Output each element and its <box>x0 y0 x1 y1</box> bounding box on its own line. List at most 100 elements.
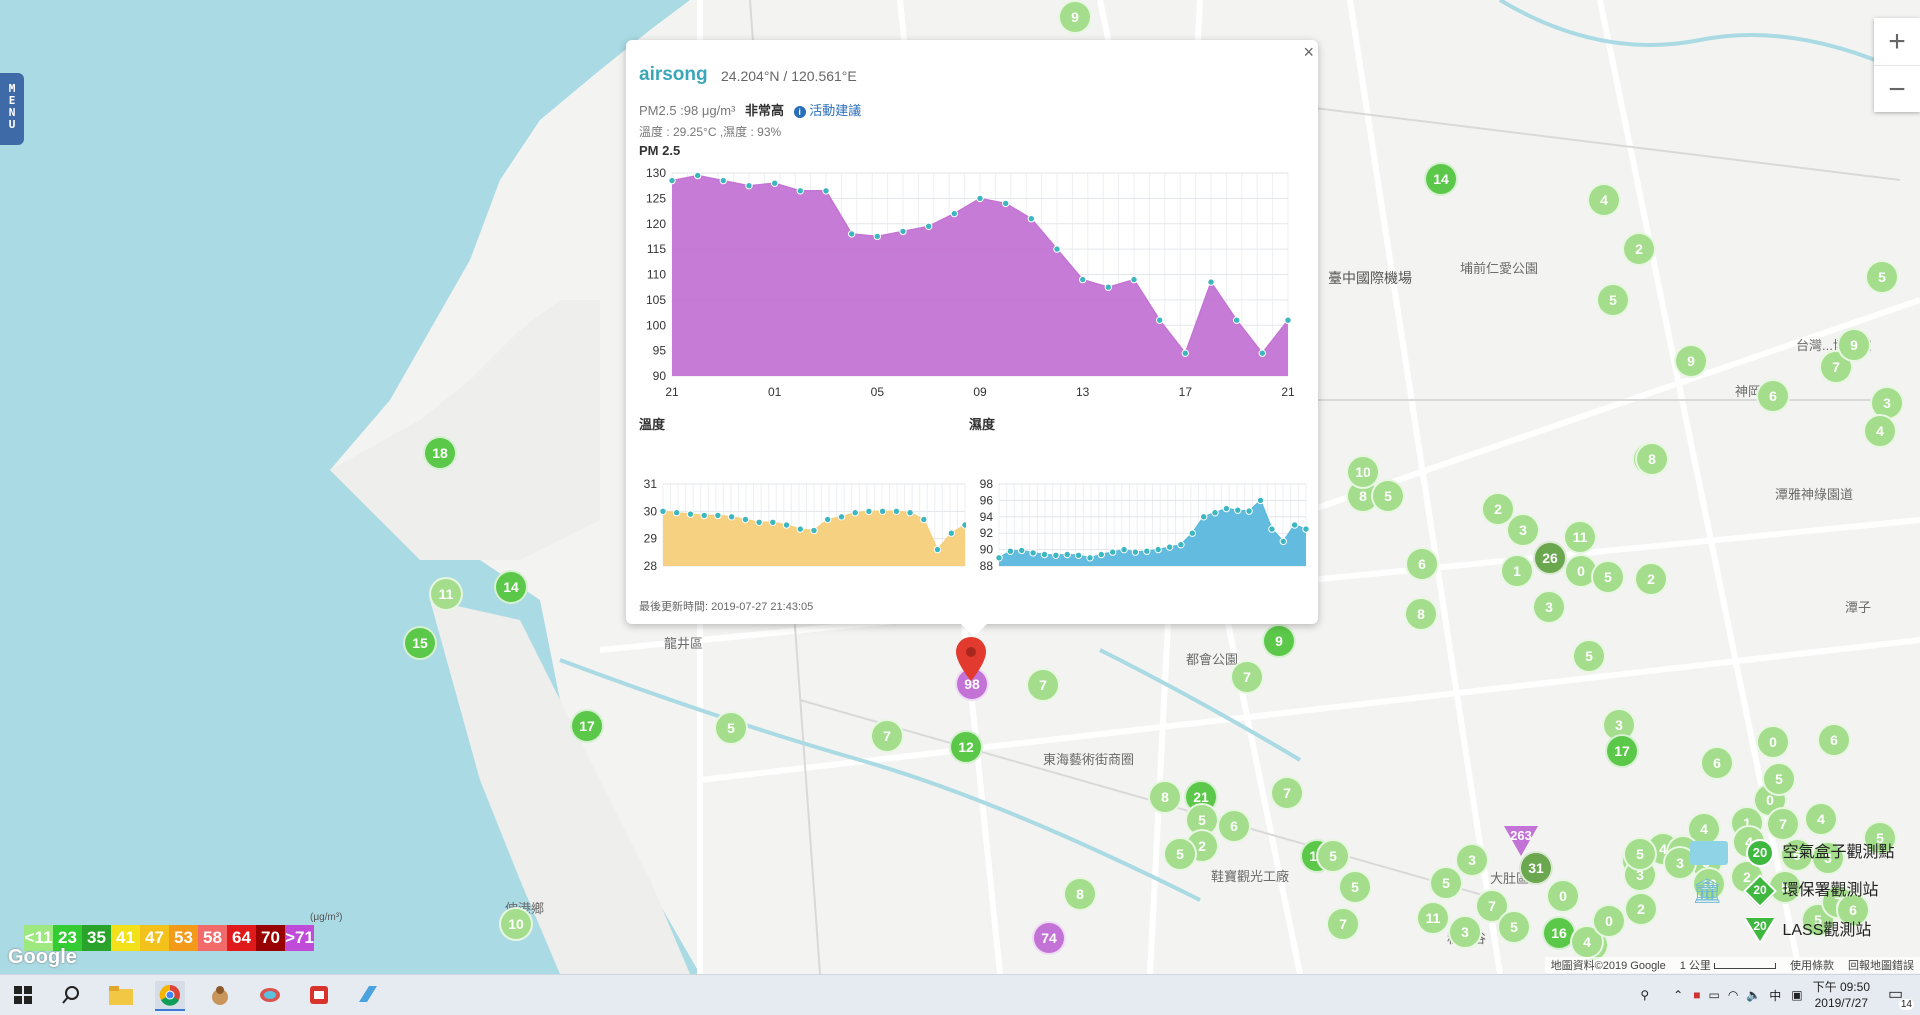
sensor-marker[interactable]: 5 <box>1623 837 1657 871</box>
sensor-marker[interactable]: 11 <box>1416 901 1450 935</box>
sensor-marker[interactable]: 12 <box>949 730 983 764</box>
data-point <box>1130 275 1138 284</box>
sensor-marker[interactable]: 2 <box>1622 232 1656 266</box>
data-point <box>1006 547 1015 555</box>
sensor-marker[interactable]: 26 <box>1533 541 1567 575</box>
sensor-marker[interactable]: 5 <box>1572 639 1606 673</box>
sensor-marker[interactable]: 6 <box>1756 379 1790 413</box>
file-explorer-icon[interactable] <box>106 981 136 1009</box>
data-point <box>1177 541 1185 549</box>
legend-epa[interactable]: 🏛 20 環保署觀測站 <box>1690 873 1878 908</box>
clock[interactable]: 下午 09:50 2019/7/27 <box>1813 979 1870 1011</box>
location-pin-icon[interactable] <box>956 637 986 686</box>
sensor-marker[interactable]: 9 <box>1262 624 1296 658</box>
report-error-link[interactable]: 回報地圖錯誤 <box>1848 957 1914 973</box>
zoom-out-button[interactable]: − <box>1874 66 1920 113</box>
app-icon-1[interactable] <box>205 981 235 1009</box>
sensor-marker[interactable]: 0 <box>1756 725 1790 759</box>
sensor-marker[interactable]: 7 <box>870 719 904 753</box>
data-point <box>1207 278 1215 286</box>
sensor-marker[interactable]: 8 <box>1635 442 1669 476</box>
y-tick-label: 94 <box>980 510 994 524</box>
legend-lass[interactable]: 20 LASS觀測站 <box>1690 916 1871 945</box>
sensor-marker[interactable]: 9 <box>1674 344 1708 378</box>
app-icon-3[interactable] <box>304 981 334 1009</box>
sensor-marker[interactable]: 1 <box>1500 554 1534 588</box>
sensor-marker[interactable]: 5 <box>1497 910 1531 944</box>
sensor-marker[interactable]: 4 <box>1587 183 1621 217</box>
sensor-marker[interactable]: 5 <box>1371 479 1405 513</box>
sensor-marker[interactable]: 11 <box>429 577 463 611</box>
close-popup-button[interactable]: × <box>1303 42 1314 63</box>
volume-icon[interactable]: 🔈 <box>1746 988 1761 1002</box>
ime-indicator[interactable]: 中 <box>1769 987 1781 1004</box>
triangle-marker[interactable]: 263 <box>1504 826 1538 863</box>
sensor-marker[interactable]: 3 <box>1448 915 1482 949</box>
sensor-marker[interactable]: 8 <box>1148 780 1182 814</box>
sensor-marker[interactable]: 3 <box>1506 513 1540 547</box>
sensor-marker[interactable]: 17 <box>570 709 604 743</box>
data-point <box>1040 550 1049 559</box>
sensor-marker[interactable]: 5 <box>1762 762 1796 796</box>
sensor-marker[interactable]: 2 <box>1624 892 1658 926</box>
notifications-button[interactable]: ▭ 14 <box>1884 980 1914 1010</box>
sensor-marker[interactable]: 6 <box>1405 547 1439 581</box>
sensor-marker[interactable]: 10 <box>499 907 533 941</box>
sensor-marker[interactable]: 3 <box>1532 590 1566 624</box>
chevron-up-icon[interactable]: ⌃ <box>1673 988 1683 1002</box>
sensor-marker[interactable]: 5 <box>1591 560 1625 594</box>
sensor-marker[interactable]: 5 <box>1429 866 1463 900</box>
keyboard-icon[interactable]: ▣ <box>1791 988 1802 1002</box>
app-icon-2[interactable] <box>255 981 285 1009</box>
sensor-marker[interactable]: 11 <box>1563 520 1597 554</box>
sensor-marker[interactable]: 14 <box>494 570 528 604</box>
sensor-marker[interactable]: 4 <box>1863 414 1897 448</box>
map-attribution: 地圖資料©2019 Google 1 公里 使用條款 回報地圖錯誤 <box>1544 957 1920 973</box>
sensor-marker[interactable]: 5 <box>1596 283 1630 317</box>
search-icon[interactable] <box>56 981 86 1009</box>
sensor-marker[interactable]: 7 <box>1026 668 1060 702</box>
security-icon[interactable]: ■ <box>1693 988 1700 1002</box>
sensor-marker[interactable]: 6 <box>1817 723 1851 757</box>
sensor-marker[interactable]: 7 <box>1230 660 1264 694</box>
windows-start-icon[interactable] <box>8 981 38 1009</box>
network-icon[interactable]: ◠ <box>1728 988 1738 1002</box>
sensor-marker[interactable]: 5 <box>714 711 748 745</box>
sensor-marker[interactable]: 6 <box>1217 809 1251 843</box>
sensor-marker[interactable]: 8 <box>1063 877 1097 911</box>
sensor-marker[interactable]: 3 <box>1455 843 1489 877</box>
sensor-marker[interactable]: 4 <box>1804 802 1838 836</box>
battery-icon[interactable]: ▭ <box>1708 988 1719 1002</box>
sensor-marker[interactable]: 74 <box>1032 921 1066 955</box>
sensor-marker[interactable]: 5 <box>1316 839 1350 873</box>
sensor-marker[interactable]: 15 <box>403 626 437 660</box>
sensor-marker[interactable]: 2 <box>1634 562 1668 596</box>
zoom-in-button[interactable]: + <box>1874 18 1920 65</box>
y-tick-label: 90 <box>980 543 994 557</box>
data-point <box>851 509 859 517</box>
chrome-icon[interactable] <box>155 981 185 1011</box>
app-icon-4[interactable] <box>353 981 383 1009</box>
sensor-marker[interactable]: 0 <box>1592 904 1626 938</box>
sensor-marker[interactable]: 9 <box>1058 0 1092 34</box>
activity-advice-link[interactable]: i 活動建議 <box>793 103 861 118</box>
sensor-marker[interactable]: 5 <box>1163 837 1197 871</box>
data-point <box>1302 525 1310 533</box>
sensor-marker[interactable]: 7 <box>1766 807 1800 841</box>
sensor-marker[interactable]: 6 <box>1700 746 1734 780</box>
sensor-marker[interactable]: 14 <box>1424 162 1458 196</box>
data-point <box>865 507 873 516</box>
sensor-marker[interactable]: 7 <box>1326 907 1360 941</box>
sensor-marker[interactable]: 5 <box>1865 260 1899 294</box>
sensor-marker[interactable]: 0 <box>1546 879 1580 913</box>
people-icon[interactable]: ⚲ <box>1640 988 1649 1002</box>
sensor-marker[interactable]: 7 <box>1270 776 1304 810</box>
sensor-marker[interactable]: 8 <box>1404 597 1438 631</box>
terms-link[interactable]: 使用條款 <box>1790 957 1834 973</box>
sensor-marker[interactable]: 18 <box>423 436 457 470</box>
sensor-marker[interactable]: 17 <box>1605 734 1639 768</box>
sensor-marker[interactable]: 9 <box>1837 328 1871 362</box>
sensor-marker[interactable]: 5 <box>1338 870 1372 904</box>
legend-airbox[interactable]: 20 空氣盒子觀測點 <box>1690 838 1894 867</box>
menu-button[interactable]: MENU <box>0 73 24 145</box>
